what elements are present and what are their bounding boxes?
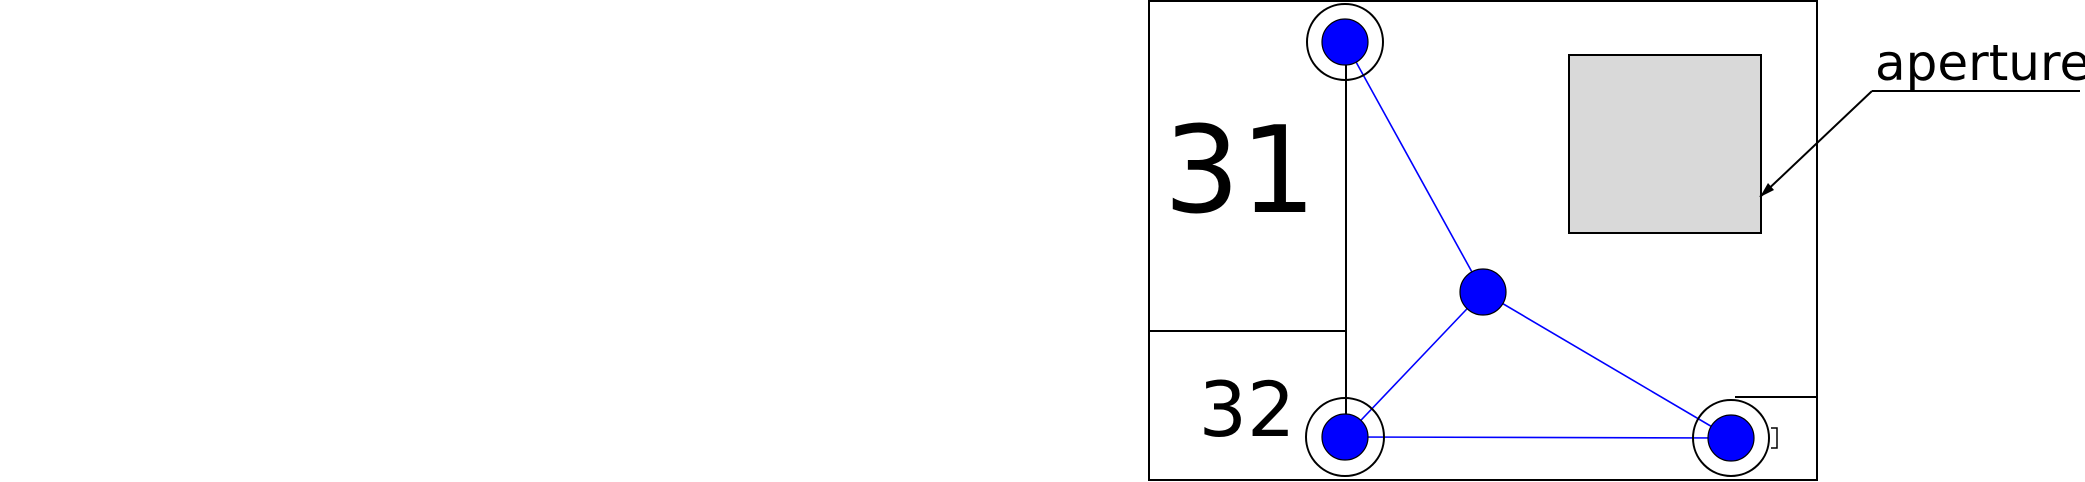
aperture-label: aperture (1875, 34, 2085, 92)
diagram-canvas: 31 32 aperture (1148, 0, 2085, 481)
node-top (1321, 18, 1369, 66)
node-bottom-right (1707, 414, 1755, 462)
link-center-bottom-right (1482, 291, 1732, 439)
region-label-32: 32 (1199, 365, 1296, 454)
link-center-bottom-left (1344, 291, 1484, 438)
node-center (1459, 268, 1507, 316)
node-ring-bottom-right-tab (1771, 427, 1778, 449)
link-bottom-horizontal (1344, 436, 1732, 439)
aperture-box (1568, 54, 1762, 234)
region-label-31: 31 (1164, 102, 1317, 241)
link-top-center (1344, 41, 1484, 293)
node-bottom-left (1321, 413, 1369, 461)
